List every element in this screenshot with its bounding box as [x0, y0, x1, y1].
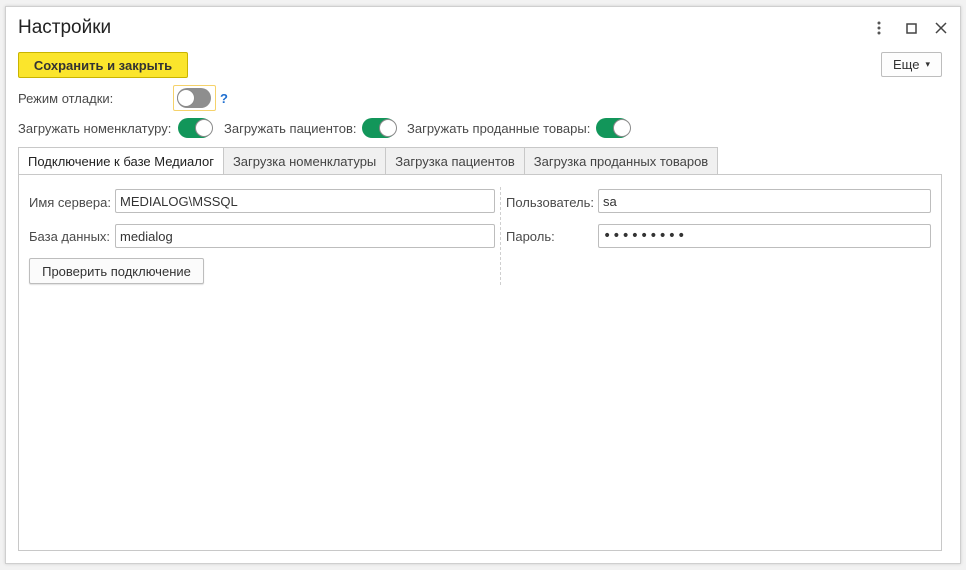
- load-sold-goods-toggle[interactable]: [596, 118, 631, 138]
- debug-help-link[interactable]: ?: [220, 91, 228, 106]
- load-patients-toggle[interactable]: [362, 118, 397, 138]
- tab-medialog-connection[interactable]: Подключение к базе Медиалог: [18, 147, 224, 175]
- more-actions-icon[interactable]: [870, 19, 888, 37]
- close-icon[interactable]: [932, 19, 950, 37]
- password-input[interactable]: [598, 224, 931, 248]
- user-label: Пользователь:: [506, 195, 594, 210]
- server-name-label: Имя сервера:: [29, 195, 111, 210]
- more-menu-button[interactable]: Еще ▾: [881, 52, 942, 77]
- server-name-input[interactable]: [115, 189, 495, 213]
- connection-panel: Имя сервера: База данных: Проверить подк…: [18, 174, 942, 551]
- debug-mode-toggle[interactable]: [177, 88, 211, 108]
- load-nomenclature-label: Загружать номенклатуру:: [18, 121, 172, 136]
- debug-mode-label: Режим отладки:: [18, 91, 114, 106]
- tab-patients-load[interactable]: Загрузка пациентов: [386, 147, 525, 175]
- more-menu-label: Еще: [893, 57, 920, 72]
- column-divider: [500, 187, 501, 285]
- check-connection-button[interactable]: Проверить подключение: [29, 258, 204, 284]
- user-input[interactable]: [598, 189, 931, 213]
- tab-nomenclature-load[interactable]: Загрузка номенклатуры: [223, 147, 387, 175]
- settings-window: Настройки Сохранить и закрыть Еще ▾ Режи…: [5, 6, 961, 564]
- load-nomenclature-toggle[interactable]: [178, 118, 213, 138]
- load-patients-label: Загружать пациентов:: [224, 121, 357, 136]
- database-input[interactable]: [115, 224, 495, 248]
- tab-sold-goods-load[interactable]: Загрузка проданных товаров: [524, 147, 719, 175]
- chevron-down-icon: ▾: [925, 59, 930, 69]
- password-label: Пароль:: [506, 229, 555, 244]
- load-sold-goods-label: Загружать проданные товары:: [407, 121, 591, 136]
- tab-bar: Подключение к базе Медиалог Загрузка ном…: [18, 147, 719, 175]
- save-and-close-button[interactable]: Сохранить и закрыть: [18, 52, 188, 78]
- window-title: Настройки: [18, 17, 112, 38]
- database-label: База данных:: [29, 229, 111, 244]
- maximize-icon[interactable]: [902, 19, 920, 37]
